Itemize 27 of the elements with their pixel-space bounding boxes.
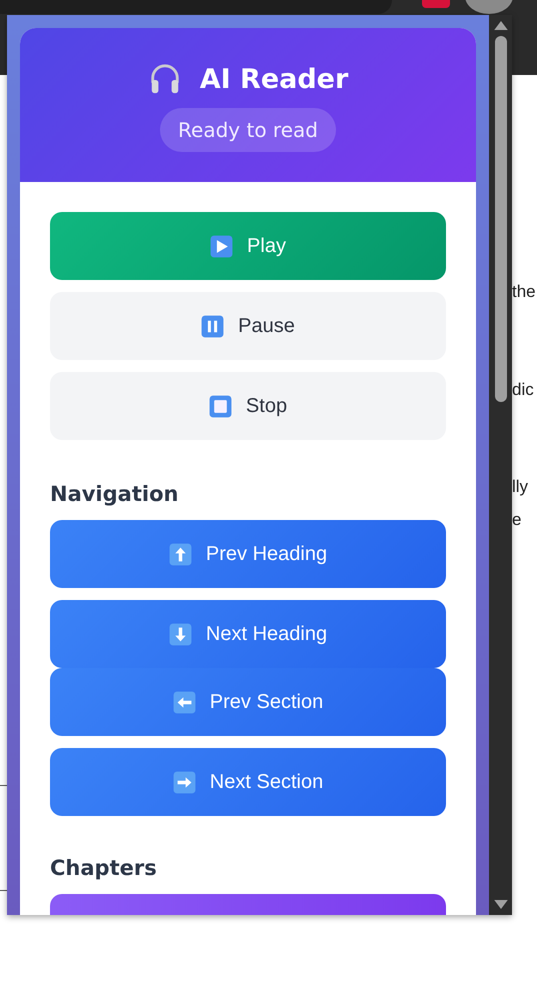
scroll-up-icon[interactable] bbox=[494, 21, 508, 30]
arrow-up-icon bbox=[168, 542, 192, 566]
page-text: e bbox=[512, 509, 522, 531]
arrow-down-icon bbox=[168, 622, 192, 646]
scrollbar-thumb[interactable] bbox=[494, 36, 506, 402]
page-text: the bbox=[512, 281, 536, 303]
play-icon bbox=[210, 234, 234, 258]
navigation-button[interactable]: Next Section bbox=[50, 748, 446, 816]
section-heading: Navigation bbox=[50, 482, 180, 506]
arrow-right-icon bbox=[172, 770, 196, 794]
navigation-button[interactable]: Prev Heading bbox=[50, 520, 446, 588]
scrollbar[interactable] bbox=[489, 15, 512, 915]
navigation-button[interactable]: Prev Section bbox=[50, 668, 446, 736]
page-text: lly bbox=[512, 476, 528, 498]
playback-button[interactable]: Pause bbox=[50, 292, 446, 360]
playback-button[interactable]: Play bbox=[50, 212, 446, 280]
section-heading: Chapters bbox=[50, 856, 158, 880]
arrow-left-icon bbox=[172, 690, 196, 714]
navigation-button[interactable]: Next Heading bbox=[50, 600, 446, 668]
notification-badge bbox=[422, 0, 450, 8]
stop-icon bbox=[208, 394, 232, 418]
status-pill: Ready to read bbox=[160, 108, 336, 152]
app-title: AI Reader bbox=[200, 64, 348, 94]
page-text: dic bbox=[512, 379, 534, 401]
scroll-down-icon[interactable] bbox=[494, 900, 508, 909]
pause-icon bbox=[201, 314, 224, 338]
playback-button[interactable]: Stop bbox=[50, 372, 446, 440]
